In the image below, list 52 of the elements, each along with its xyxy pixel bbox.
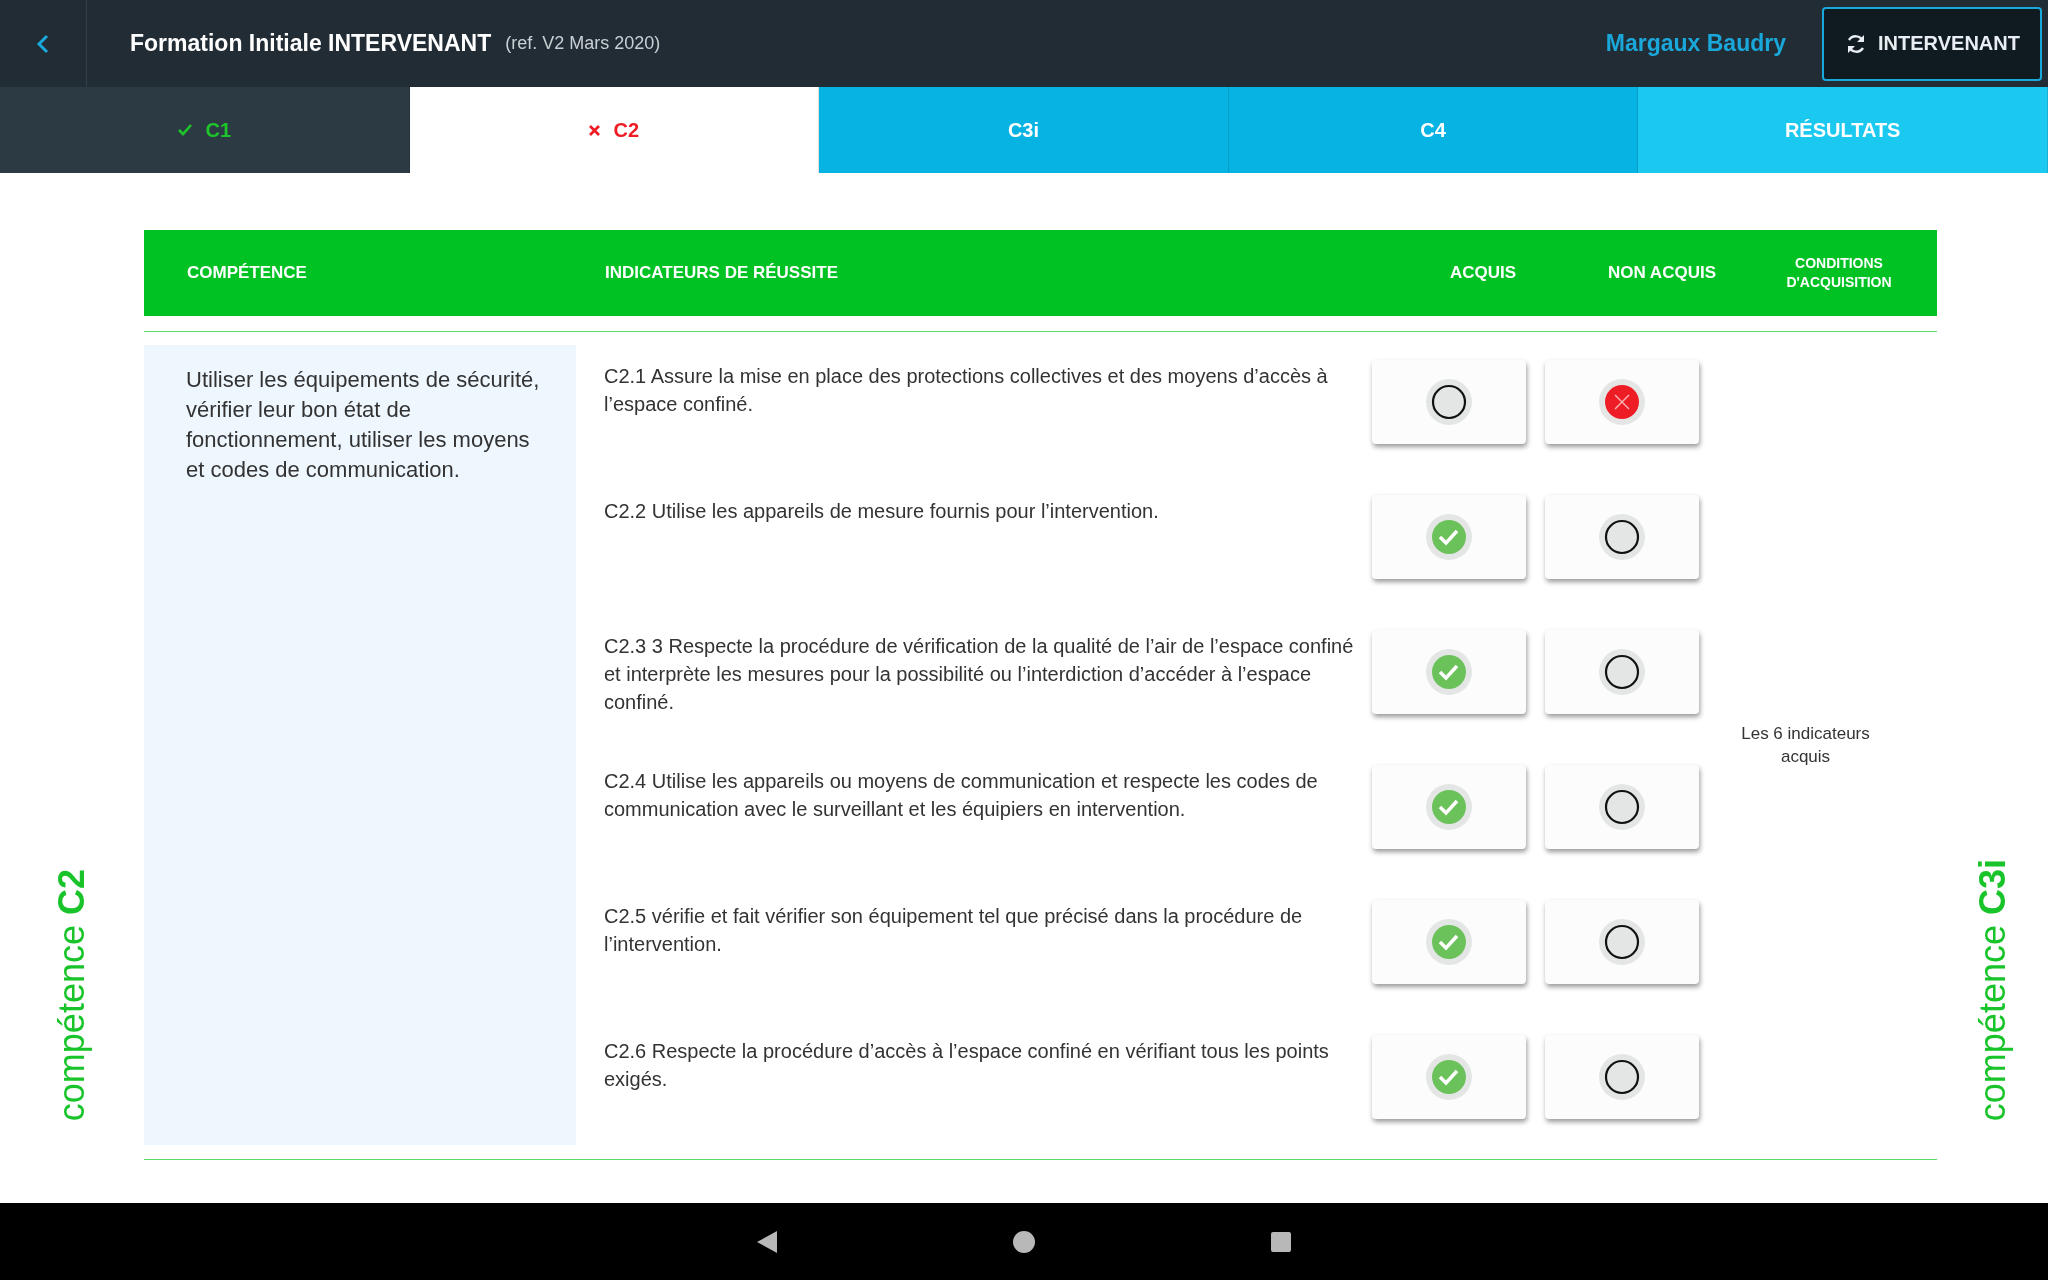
not-acquired-toggle[interactable] xyxy=(1544,360,1699,444)
indicator-text: C2.1 Assure la mise en place des protections collectives et des moyens d’accès à l’espace confiné. xyxy=(604,364,1329,417)
indicator-text: C2.2 Utilise les appareils de mesure fournis pour l’intervention. xyxy=(604,499,1160,524)
reference-label: (ref. V2 Mars 2020) xyxy=(505,33,661,54)
not-acquired-toggle[interactable] xyxy=(1544,900,1699,984)
column-header: COMPÉTENCE xyxy=(186,263,308,283)
empty-circle-icon xyxy=(1598,919,1645,965)
chevron-left-icon xyxy=(36,33,50,54)
indicator-text: C2.5 vérifie et fait vérifier son équipement tel que précisé dans la procédure de l’intervention. xyxy=(604,904,1304,957)
column-header: ACQUIS xyxy=(1448,263,1518,283)
check-circle-icon xyxy=(1425,514,1472,560)
check-circle-icon xyxy=(1425,1054,1472,1100)
check-circle-icon xyxy=(1425,919,1472,965)
acquired-toggle[interactable] xyxy=(1371,900,1526,984)
cross-icon xyxy=(588,124,600,136)
acquired-toggle[interactable] xyxy=(1371,360,1526,444)
competence-side-label: compétence C2 xyxy=(51,868,93,1121)
column-header: CONDITIONS D'ACQUISITION xyxy=(1785,254,1893,292)
empty-circle-icon xyxy=(1598,514,1645,560)
competence-tab[interactable]: C4 xyxy=(1228,87,1639,173)
back-triangle-icon[interactable] xyxy=(757,1230,777,1253)
indicator-text: C2.4 Utilise les appareils ou moyens de communication et respecte les codes de communication avec le surveillant et les équipiers en intervention. xyxy=(604,769,1319,822)
not-acquired-toggle[interactable] xyxy=(1544,630,1699,714)
acquired-toggle[interactable] xyxy=(1371,765,1526,849)
column-header: INDICATEURS DE RÉUSSITE xyxy=(605,263,839,283)
competence-text: Utiliser les équipements de sécurité, vérifier leur bon état de fonctionnement, utiliser les moyens et codes de communication. xyxy=(186,367,540,482)
not-acquired-toggle[interactable] xyxy=(1544,495,1699,579)
user-name[interactable]: Margaux Baudry xyxy=(1605,30,1786,57)
check-icon xyxy=(177,124,192,136)
indicator-text: C2.3 3 Respecte la procédure de vérification de la qualité de l’air de l’espace confiné et interprète les mesures pour la possibilité ou l’interdiction d’accéder à l’espace confiné. xyxy=(604,634,1355,715)
cross-circle-icon xyxy=(1598,379,1645,425)
acquired-toggle[interactable] xyxy=(1371,1035,1526,1119)
check-circle-icon xyxy=(1425,784,1472,830)
not-acquired-toggle[interactable] xyxy=(1544,1035,1699,1119)
indicator-text: C2.6 Respecte la procédure d’accès à l’espace confiné en vérifiant tous les points exigés. xyxy=(604,1039,1330,1092)
role-switch-button[interactable]: INTERVENANT xyxy=(1822,6,2042,81)
column-header: NON ACQUIS xyxy=(1607,263,1717,283)
competence-tab[interactable]: C1 xyxy=(0,87,410,173)
empty-circle-icon xyxy=(1598,1054,1645,1100)
empty-circle-icon xyxy=(1598,649,1645,695)
home-circle-icon[interactable] xyxy=(1013,1230,1035,1253)
check-circle-icon xyxy=(1425,649,1472,695)
square-icon[interactable] xyxy=(1271,1231,1291,1252)
empty-circle-icon xyxy=(1598,784,1645,830)
acquired-toggle[interactable] xyxy=(1371,630,1526,714)
conditions-text: Les 6 indicateurs acquis xyxy=(1740,723,1871,768)
empty-circle-icon xyxy=(1425,379,1472,425)
not-acquired-toggle[interactable] xyxy=(1544,765,1699,849)
page-title: Formation Initiale INTERVENANT xyxy=(130,30,492,57)
competence-tab[interactable]: C3i xyxy=(819,87,1229,173)
competence-side-label: compétence C3i xyxy=(1971,858,2014,1121)
acquired-toggle[interactable] xyxy=(1371,495,1526,579)
